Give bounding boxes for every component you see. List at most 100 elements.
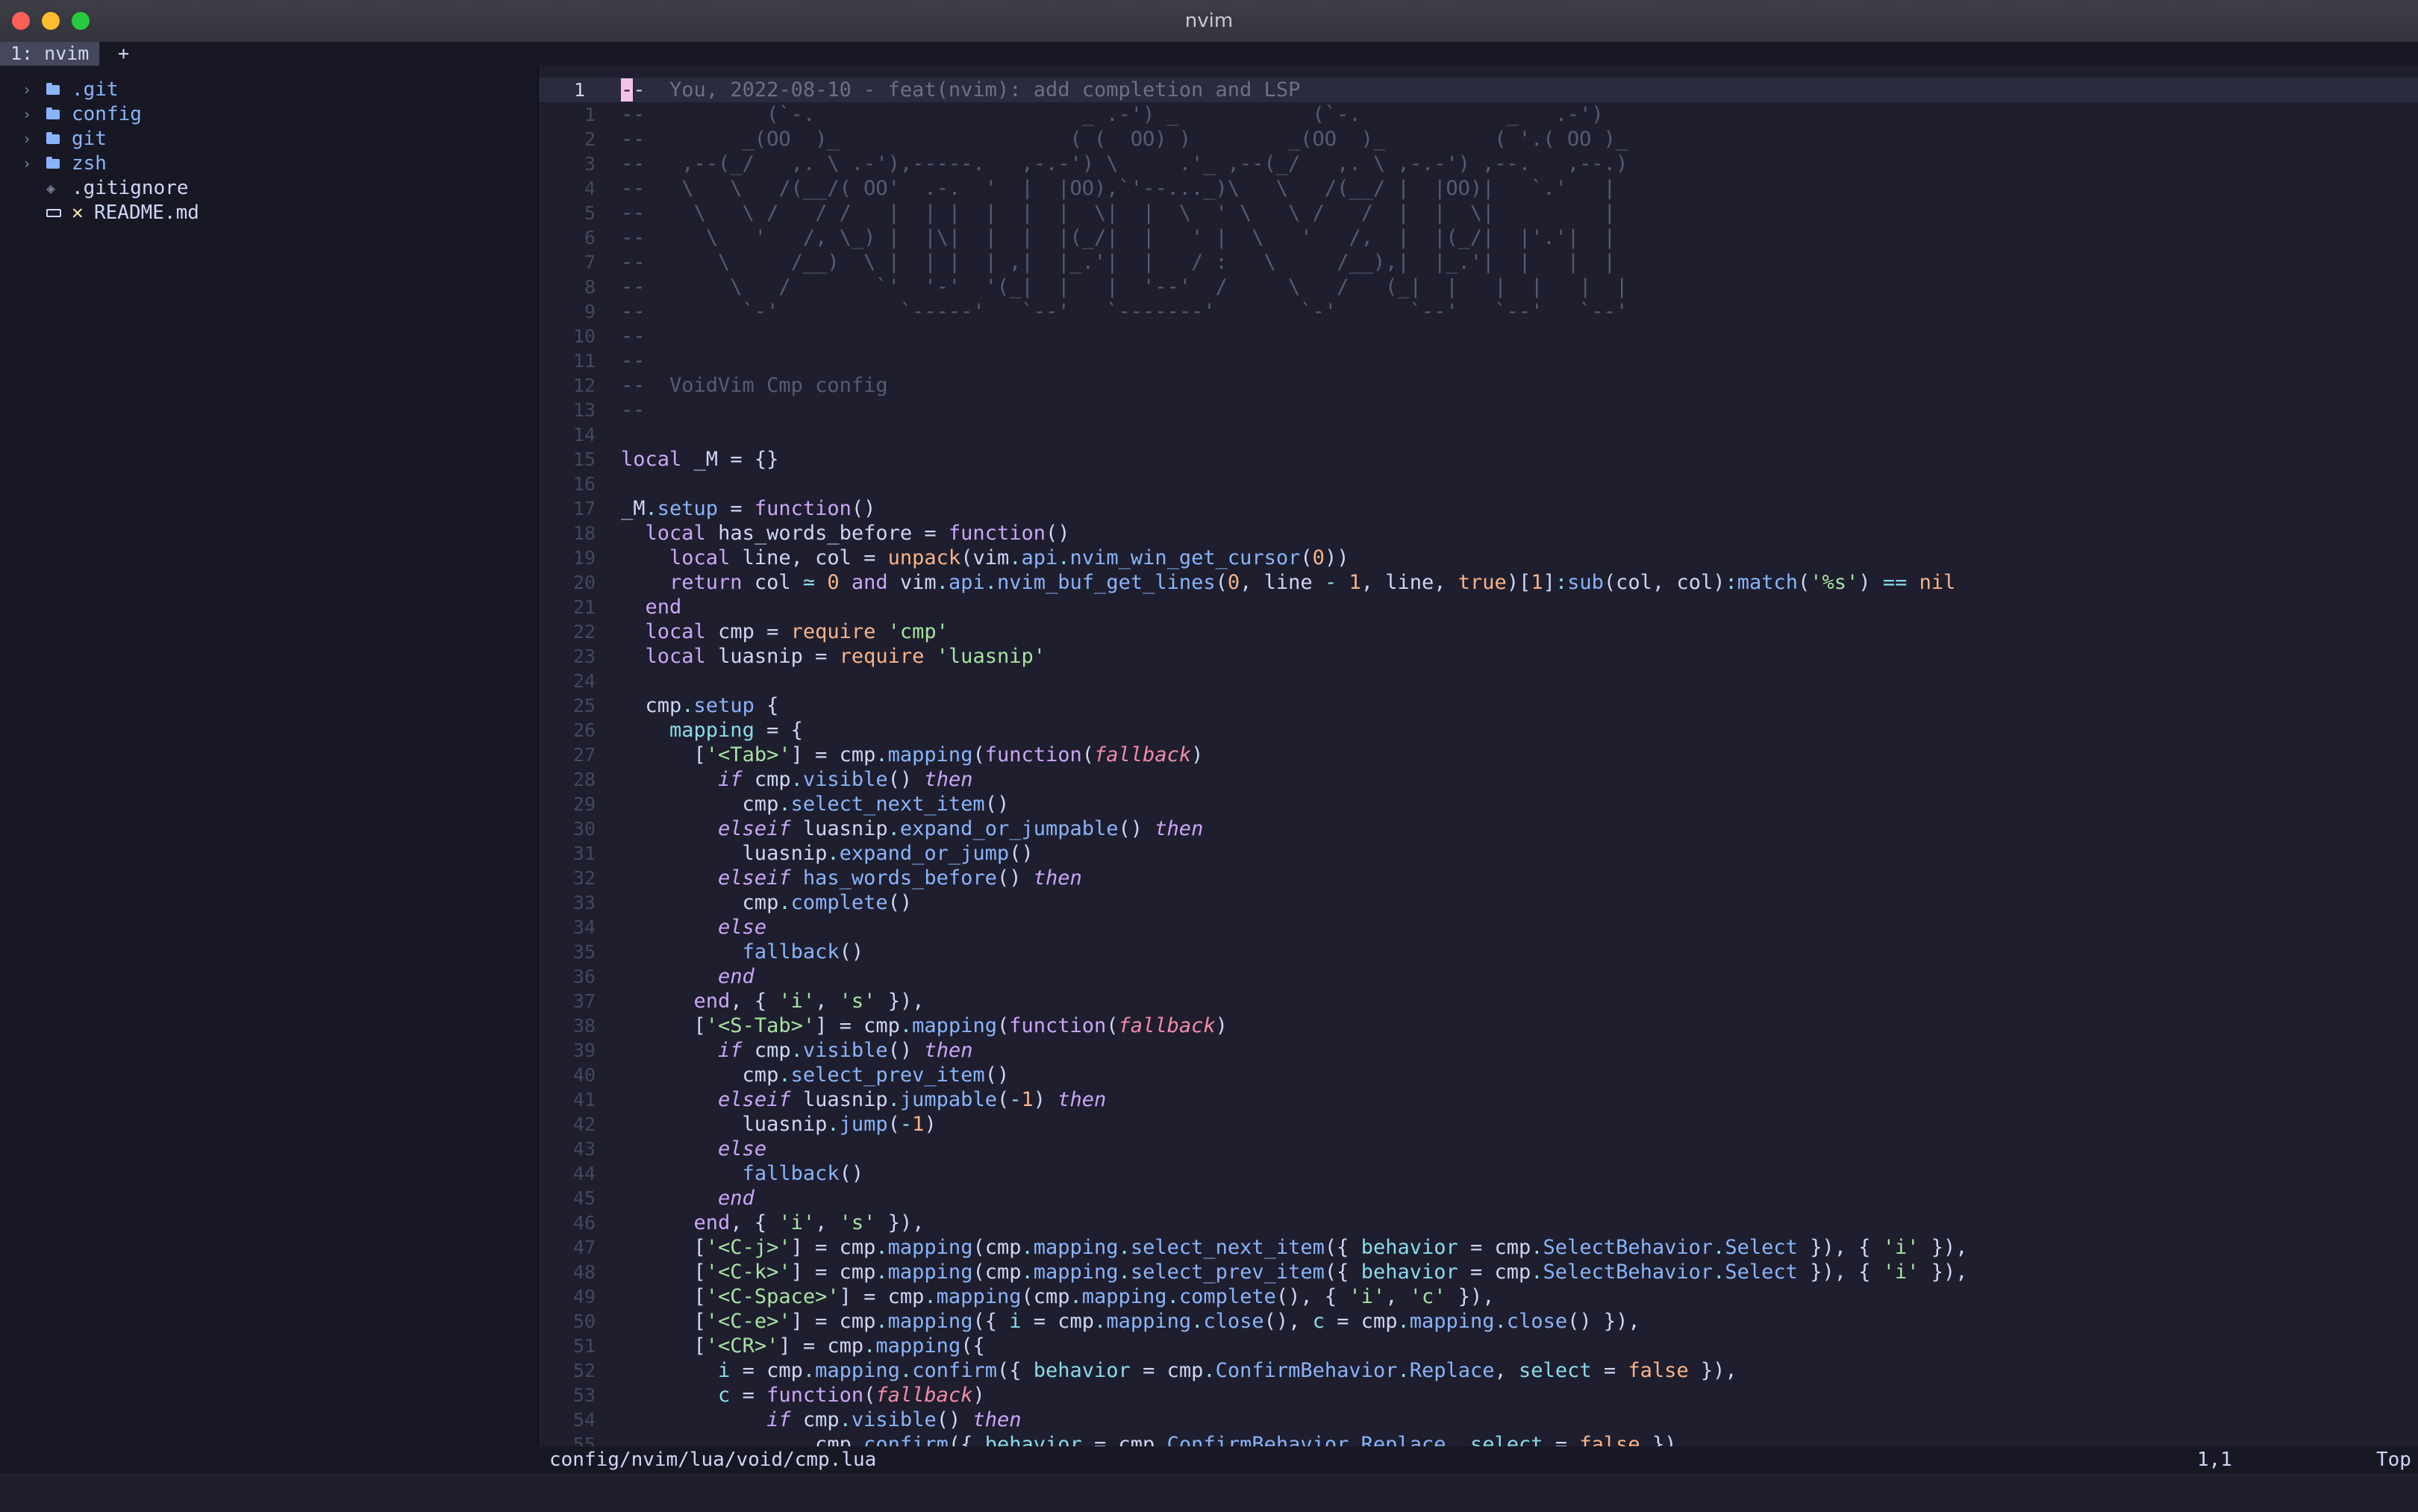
code-line[interactable]: -- \ \ / / / | | | | | | \| | \ ' \ \ / …: [621, 201, 1616, 225]
code-line[interactable]: return col ≃ 0 and vim.api.nvim_buf_get_…: [621, 570, 1955, 595]
code-line[interactable]: local luasnip = require 'luasnip': [621, 644, 1046, 669]
code-line[interactable]: -- \ \ /(__/( OO' .-. ' | |OO),`'--..._)…: [621, 176, 1616, 201]
code-line[interactable]: if cmp.visible() then: [621, 767, 972, 792]
line-number: 31: [572, 843, 596, 864]
code-line[interactable]: mapping = {: [621, 718, 803, 743]
git-icon: ◈: [46, 179, 56, 197]
code-line[interactable]: end, { 'i', 's' }),: [621, 989, 925, 1013]
code-line[interactable]: --: [621, 398, 646, 422]
code-token: (: [1798, 571, 1811, 594]
code-line[interactable]: elseif luasnip.expand_or_jumpable() then: [621, 816, 1203, 841]
tree-item[interactable]: ◈ .gitignore: [0, 176, 537, 201]
code-line[interactable]: luasnip.expand_or_jump(): [621, 841, 1034, 866]
cursor: -: [621, 78, 634, 101]
code-line[interactable]: local line, col = unpack(vim.api.nvim_wi…: [621, 546, 1349, 570]
code-token: 'i': [778, 1211, 816, 1234]
code-token: then: [924, 768, 973, 791]
code-line[interactable]: ['<C-Space>'] = cmp.mapping(cmp.mapping.…: [621, 1284, 1495, 1309]
code-line[interactable]: ['<Tab>'] = cmp.mapping(function(fallbac…: [621, 743, 1204, 767]
code-line[interactable]: cmp.select_next_item(): [621, 792, 1010, 816]
code-line[interactable]: c = function(fallback): [621, 1383, 985, 1408]
code-token: mapping: [1106, 1310, 1192, 1333]
code-line[interactable]: elseif luasnip.jumpable(-1) then: [621, 1087, 1106, 1112]
code-line[interactable]: elseif has_words_before() then: [621, 866, 1082, 890]
code-token: then: [924, 1039, 973, 1062]
line-number: 2: [584, 128, 596, 150]
code-token: Select: [1725, 1260, 1798, 1284]
tree-item[interactable]: › .git: [0, 78, 537, 102]
command-line[interactable]: [0, 1473, 2418, 1512]
code-line[interactable]: -- (`-. _ .-') _ (`-. _ .-'): [621, 102, 1604, 127]
code-line[interactable]: i = cmp.mapping.confirm({ behavior = cmp…: [621, 1358, 1737, 1383]
code-line[interactable]: -- `-' `-----' `--' `-------' `-' `--' `…: [621, 299, 1628, 324]
code-line[interactable]: ['<C-j>'] = cmp.mapping(cmp.mapping.sele…: [621, 1235, 1968, 1260]
code-line[interactable]: local _M = {}: [621, 447, 778, 472]
tree-item-label: .gitignore: [72, 177, 189, 199]
code-line[interactable]: -- \ / `' '-' '(_| | | '--' / \ / (_| | …: [621, 275, 1628, 299]
code-line[interactable]: end: [621, 1186, 755, 1210]
code-line[interactable]: cmp.complete(): [621, 890, 913, 915]
code-line[interactable]: ['<C-e>'] = cmp.mapping({ i = cmp.mappin…: [621, 1309, 1640, 1334]
code-line[interactable]: else: [621, 1137, 766, 1161]
code-token: = cmp: [1021, 1310, 1095, 1333]
code-line[interactable]: -- \ ' /, \_) | |\| | | |(_/| | ' | \ ' …: [621, 225, 1616, 250]
new-tab-button[interactable]: +: [118, 42, 129, 66]
line-number: 51: [572, 1335, 596, 1357]
code-token: mapping: [1081, 1285, 1167, 1308]
folder-icon: [46, 83, 60, 95]
code-line[interactable]: -- \ /__) \ | | | | ,| |_.'| | / : \ /__…: [621, 250, 1616, 275]
code-editor[interactable]: 1 1 2 3 4 5 6 7 8 9 10 11 12 13 14 15 16 17 18 19 20 21 22 23 24…: [539, 66, 2418, 1456]
tree-item[interactable]: ✕ README.md: [0, 201, 537, 225]
line-number: 36: [572, 966, 596, 987]
code-token: mapping: [887, 1236, 973, 1259]
code-token: match: [1737, 571, 1799, 594]
tree-item[interactable]: › git: [0, 127, 537, 151]
code-line[interactable]: -- VoidVim Cmp config: [621, 373, 888, 398]
code-token: complete: [790, 891, 888, 914]
tree-item[interactable]: › config: [0, 102, 537, 127]
code-line[interactable]: ['<S-Tab>'] = cmp.mapping(function(fallb…: [621, 1013, 1228, 1038]
code-line[interactable]: cmp.setup {: [621, 693, 779, 718]
code-line[interactable]: local cmp = require 'cmp': [621, 619, 949, 644]
code-line[interactable]: end: [621, 595, 682, 619]
code-line[interactable]: -- ,--(_/ ,. \ .-'),-----. ,-.-') \ .'_ …: [621, 151, 1628, 176]
line-number: 11: [572, 350, 596, 372]
code-line[interactable]: --: [621, 349, 646, 373]
code-token: fallback: [742, 940, 840, 963]
code-token: cmp: [754, 1039, 791, 1062]
code-line[interactable]: ['<CR>'] = cmp.mapping({: [621, 1334, 985, 1358]
code-line[interactable]: end, { 'i', 's' }),: [621, 1210, 925, 1235]
code-line[interactable]: end: [621, 964, 755, 989]
code-line[interactable]: fallback(): [621, 1161, 864, 1186]
code-token: [: [621, 1014, 706, 1037]
code-line[interactable]: -- _(OO )_ ( ( OO) ) _(OO )_ ( '.( OO )_: [621, 127, 1628, 151]
line-number: 33: [572, 892, 596, 913]
line-number: 24: [572, 670, 596, 692]
code-line[interactable]: local has_words_before = function(): [621, 521, 1070, 546]
code-line[interactable]: cmp.select_prev_item(): [621, 1063, 1010, 1087]
code-token: -- \ /__) \ | | | | ,| |_.'| | / : \ /__…: [621, 251, 1616, 274]
file-tree-sidebar: › .git › config › git › zsh ◈ .gitignore ✕ README.m…: [0, 66, 537, 1446]
code-line[interactable]: else: [621, 915, 766, 940]
chevron-right-icon: ›: [22, 105, 32, 123]
code-line[interactable]: luasnip.jump(-1): [621, 1112, 937, 1137]
code-line[interactable]: if cmp.visible() then: [621, 1408, 1021, 1432]
tab-nvim[interactable]: 1: nvim: [0, 42, 100, 66]
code-line[interactable]: --: [621, 324, 646, 349]
code-line[interactable]: fallback(): [621, 940, 864, 964]
line-number: 16: [572, 473, 596, 495]
line-number: 25: [572, 695, 596, 716]
code-token: (): [984, 793, 1010, 816]
code-token: .: [1531, 1260, 1543, 1284]
code-token: select_prev_item: [1130, 1260, 1325, 1284]
line-number: 50: [572, 1310, 596, 1332]
code-line[interactable]: _M.setup = function(): [621, 496, 875, 521]
code-token: function: [984, 743, 1082, 766]
code-line[interactable]: ['<C-k>'] = cmp.mapping(cmp.mapping.sele…: [621, 1260, 1968, 1284]
code-line[interactable]: if cmp.visible() then: [621, 1038, 972, 1063]
tree-item[interactable]: › zsh: [0, 151, 537, 176]
blame-text: You, 2022-08-10 - feat(nvim): add comple…: [669, 78, 1301, 101]
